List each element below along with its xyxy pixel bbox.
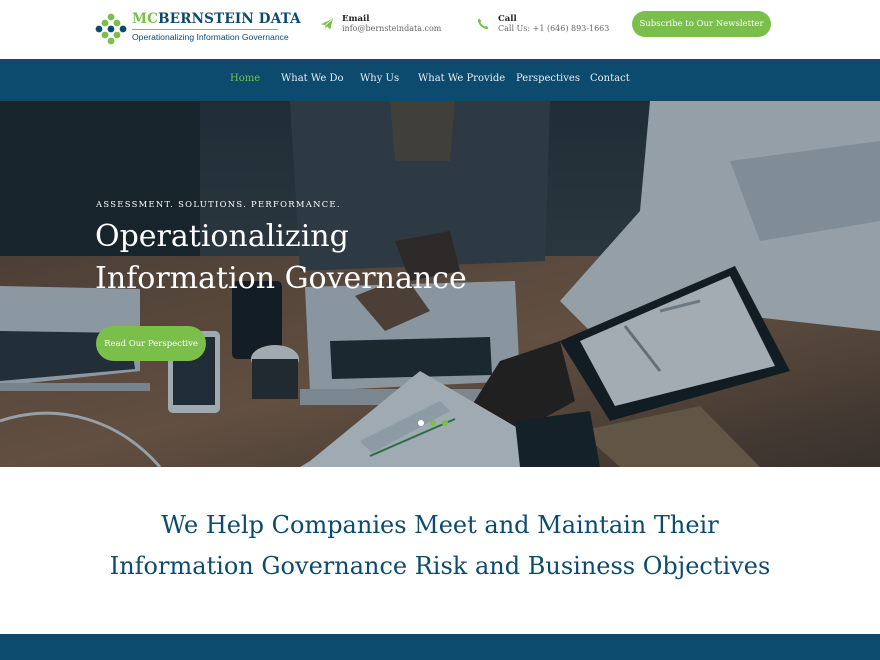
email-label: Email: [342, 14, 370, 24]
phone-contact[interactable]: Call Call Us: +1 (646) 893-1663: [476, 14, 609, 36]
subscribe-newsletter-button[interactable]: Subscribe to Our Newsletter: [632, 11, 771, 37]
read-our-perspective-button[interactable]: Read Our Perspective: [96, 326, 206, 361]
email-contact[interactable]: Email info@bernsteindata.com: [320, 14, 450, 36]
hero-title: Operationalizing Information Governance: [95, 216, 515, 300]
slider-dot-1[interactable]: [418, 420, 424, 426]
intro-headline-line2: Information Governance Risk and Business…: [109, 552, 771, 580]
main-navigation: Home What We Do Why Us What We Provide P…: [0, 59, 880, 101]
phone-icon: [477, 18, 489, 30]
call-label: Call: [498, 14, 517, 24]
slider-dot-2[interactable]: [430, 420, 436, 426]
logo-name-prefix: MC: [132, 11, 159, 27]
intro-headline: We Help Companies Meet and Maintain Thei…: [0, 505, 880, 587]
slider-pagination: [416, 420, 456, 428]
nav-item-perspectives[interactable]: Perspectives: [516, 73, 580, 84]
nav-item-why-us[interactable]: Why Us: [360, 73, 399, 84]
logo-divider: [132, 29, 278, 30]
hero-title-line2: Information Governance: [95, 261, 467, 296]
nav-item-what-we-provide[interactable]: What We Provide: [418, 73, 505, 84]
next-section-band: [0, 634, 880, 660]
nav-item-contact[interactable]: Contact: [590, 73, 630, 84]
logo-tagline: Operationalizing Information Governance: [132, 32, 289, 42]
hero-kicker: ASSESSMENT. SOLUTIONS. PERFORMANCE.: [96, 199, 341, 209]
intro-section: We Help Companies Meet and Maintain Thei…: [0, 467, 880, 634]
slider-dot-3[interactable]: [442, 420, 448, 426]
intro-headline-line1: We Help Companies Meet and Maintain Thei…: [161, 511, 719, 539]
paper-plane-icon: [321, 18, 333, 30]
site-header: MCBERNSTEIN DATA Operationalizing Inform…: [0, 0, 880, 59]
hero-title-line1: Operationalizing: [95, 219, 349, 254]
logo-name-rest: BERNSTEIN DATA: [158, 11, 301, 27]
logo-name: MCBERNSTEIN DATA: [132, 11, 301, 27]
diamond-dots-logo-icon: [95, 13, 127, 45]
nav-item-what-we-do[interactable]: What We Do: [281, 73, 343, 84]
site-logo[interactable]: MCBERNSTEIN DATA Operationalizing Inform…: [94, 11, 301, 47]
email-value[interactable]: info@bernsteindata.com: [342, 24, 441, 33]
call-value[interactable]: Call Us: +1 (646) 893-1663: [498, 24, 609, 33]
hero-slider: ASSESSMENT. SOLUTIONS. PERFORMANCE. Oper…: [0, 101, 880, 467]
nav-item-home[interactable]: Home: [230, 73, 260, 84]
